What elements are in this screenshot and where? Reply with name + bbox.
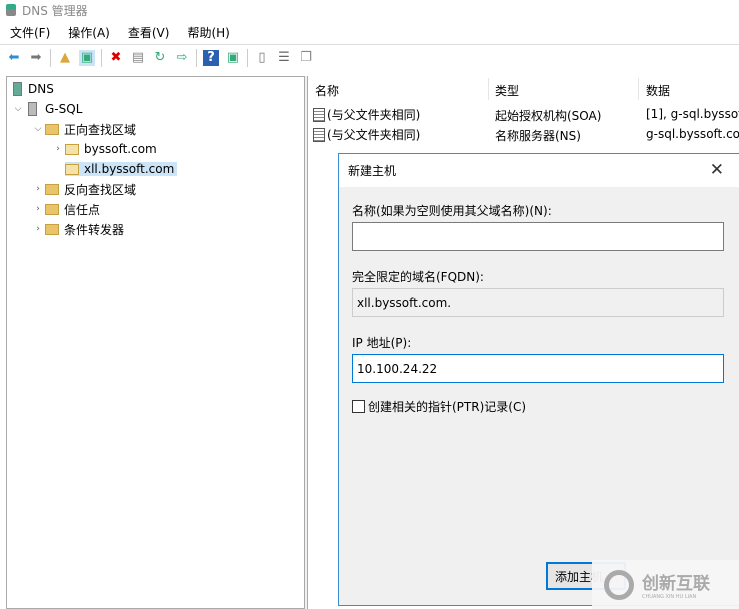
folder-icon [45, 183, 59, 195]
back-arrow-icon[interactable]: ⬅ [6, 50, 22, 66]
ptr-checkbox[interactable]: 创建相关的指针(PTR)记录(C) [352, 398, 526, 415]
show-tree-icon[interactable]: ▣ [79, 49, 95, 66]
chevron-right-icon[interactable]: › [31, 204, 45, 214]
column-divider [488, 78, 489, 100]
help-icon[interactable]: ? [203, 49, 219, 66]
name-label: 名称(如果为空则使用其父域名称)(N): [352, 204, 552, 218]
title-bar: DNS 管理器 [0, 0, 739, 20]
chevron-right-icon[interactable]: › [31, 184, 45, 194]
menu-view[interactable]: 查看(V) [128, 24, 170, 41]
separator [196, 48, 197, 67]
chevron-down-icon[interactable]: ⌵ [11, 104, 25, 114]
tree-node-reverse-zones[interactable]: › 反向查找区域 [31, 179, 136, 199]
list-icon[interactable]: ☰ [276, 50, 292, 66]
folder-icon [45, 123, 59, 135]
menu-action[interactable]: 操作(A) [68, 24, 110, 41]
server-icon[interactable]: ▯ [254, 50, 270, 66]
separator [101, 48, 102, 67]
record-icon [313, 128, 325, 142]
fqdn-field: xll.byssoft.com. [352, 288, 724, 317]
chevron-right-icon[interactable]: › [51, 144, 65, 154]
separator [247, 48, 248, 67]
zone-icon [65, 163, 79, 175]
tree-node-zone[interactable]: › byssoft.com [51, 139, 157, 159]
delete-icon[interactable]: ✖ [108, 50, 124, 66]
close-icon[interactable]: ✕ [710, 160, 724, 180]
name-input[interactable] [352, 222, 724, 251]
column-header-type[interactable]: 类型 [495, 82, 519, 99]
column-header-name[interactable]: 名称 [315, 82, 339, 99]
forward-arrow-icon[interactable]: ➡ [28, 50, 44, 66]
menu-bar: 文件(F) 操作(A) 查看(V) 帮助(H) [0, 21, 739, 43]
pane-splitter[interactable] [304, 76, 308, 609]
new-host-dialog: 新建主机 ✕ 名称(如果为空则使用其父域名称)(N): 完全限定的域名(FQDN… [338, 153, 739, 606]
dns-app-icon [6, 4, 16, 16]
menu-help[interactable]: 帮助(H) [187, 24, 229, 41]
window-title: DNS 管理器 [22, 3, 88, 18]
toolbar: ⬅ ➡ ▲ ▣ ✖ ▤ ↻ ⇨ ? ▣ ▯ ☰ ❐ [0, 44, 739, 70]
action-pane-icon[interactable]: ▣ [225, 50, 241, 66]
export-icon[interactable]: ⇨ [174, 50, 190, 66]
tree-node-zone[interactable]: xll.byssoft.com [51, 159, 178, 179]
tree-node-forward-zones[interactable]: ⌵ 正向查找区域 [31, 119, 136, 139]
tree-node-trust-points[interactable]: › 信任点 [31, 199, 100, 219]
zone-icon [65, 143, 79, 155]
folder-icon [45, 203, 59, 215]
dialog-title-bar: 新建主机 [339, 154, 739, 187]
record-icon [313, 108, 325, 122]
copy-icon[interactable]: ❐ [298, 50, 314, 66]
tree-pane: DNS ⌵ G-SQL ⌵ 正向查找区域 › byssoft.com xll.byss… [6, 76, 304, 609]
tree-node-server[interactable]: ⌵ G-SQL [11, 99, 82, 119]
column-divider [638, 78, 639, 100]
chevron-right-icon[interactable]: › [31, 224, 45, 234]
watermark-logo [604, 569, 634, 600]
watermark: 创新互联 CHUANG XIN HU LIAN [592, 560, 739, 609]
column-header-data[interactable]: 数据 [646, 82, 670, 99]
ip-address-input[interactable]: 10.100.24.22 [352, 354, 724, 383]
separator [50, 48, 51, 67]
chevron-down-icon[interactable]: ⌵ [31, 124, 45, 134]
ip-label: IP 地址(P): [352, 336, 412, 350]
properties-icon[interactable]: ▤ [130, 50, 146, 66]
menu-file[interactable]: 文件(F) [10, 24, 50, 41]
tree-node-dns[interactable]: DNS [11, 79, 54, 99]
tree-node-forwarders[interactable]: › 条件转发器 [31, 219, 124, 239]
dialog-title: 新建主机 [348, 164, 397, 178]
server-icon [28, 102, 37, 116]
folder-icon [45, 223, 59, 235]
up-folder-icon[interactable]: ▲ [57, 50, 73, 66]
checkbox-box[interactable] [352, 400, 365, 413]
fqdn-label: 完全限定的域名(FQDN): [352, 270, 484, 284]
refresh-icon[interactable]: ↻ [152, 50, 168, 66]
dns-icon [13, 82, 22, 96]
